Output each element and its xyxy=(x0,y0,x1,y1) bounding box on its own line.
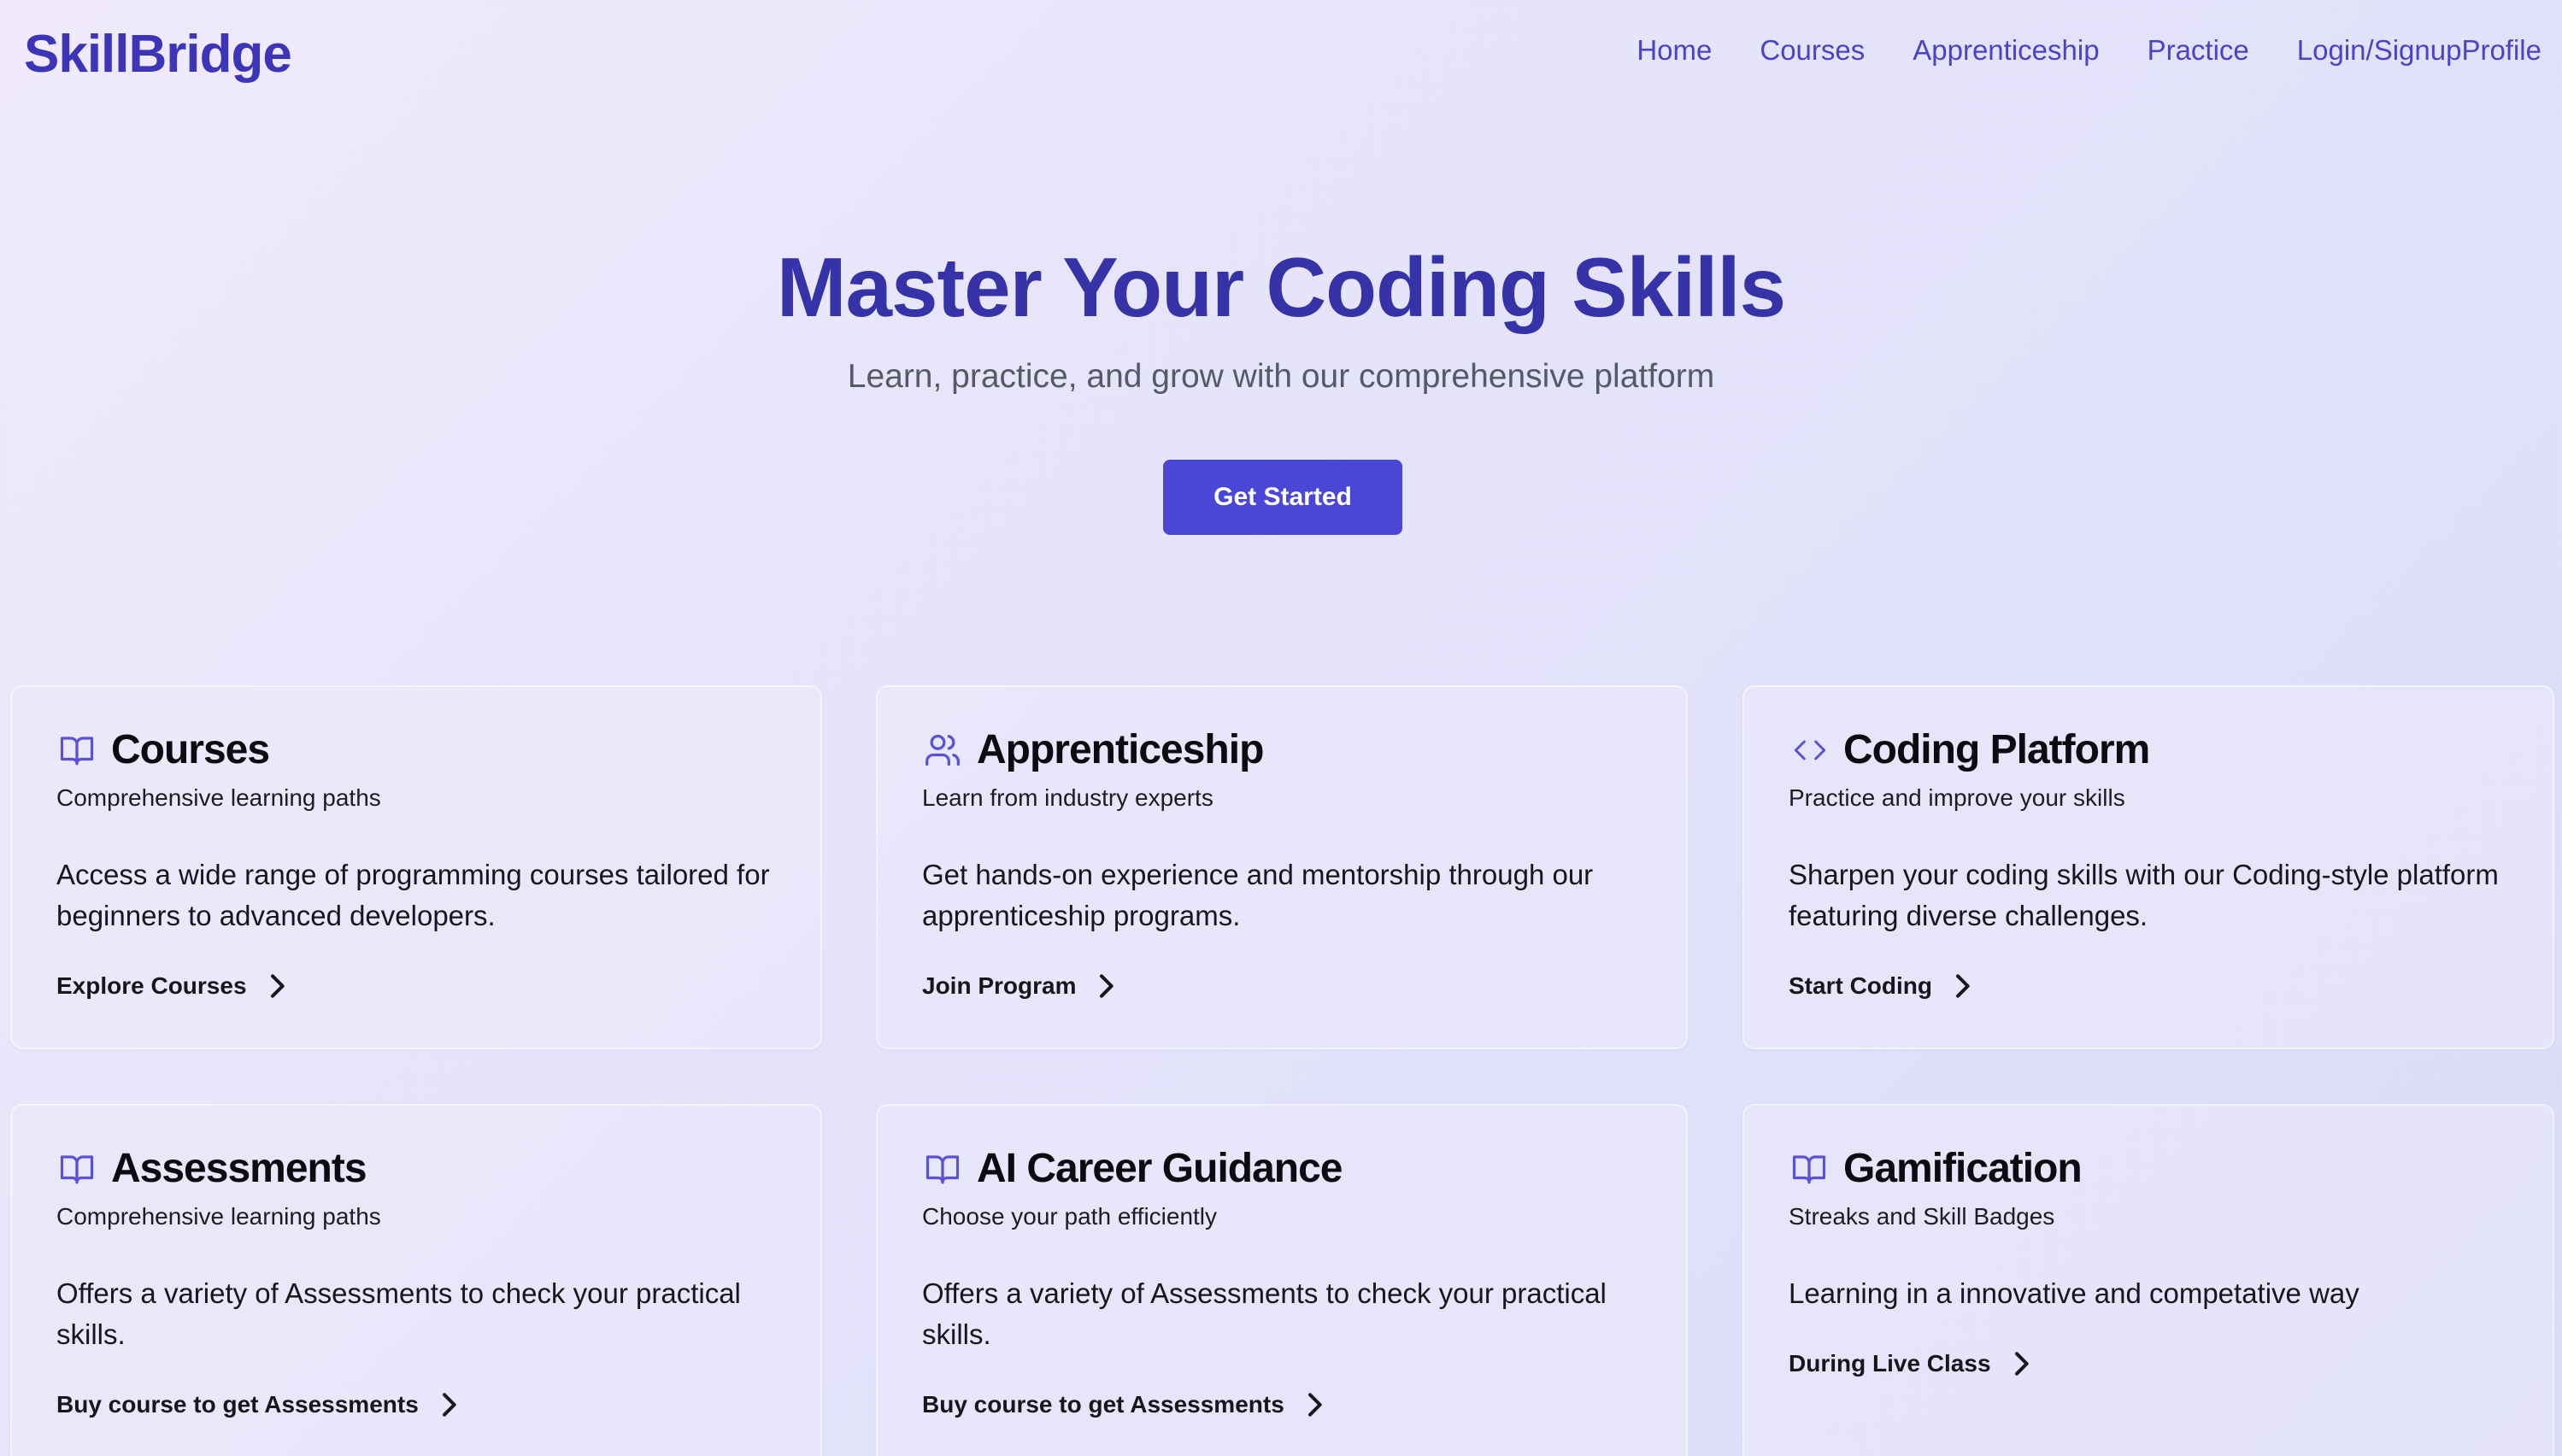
book-open-icon xyxy=(922,1148,965,1190)
card-description: Offers a variety of Assessments to check… xyxy=(922,1277,1607,1350)
feature-card-gamification: Gamification Streaks and Skill Badges Le… xyxy=(1742,1104,2554,1456)
card-subtitle: Comprehensive learning paths xyxy=(56,784,381,811)
card-description: Sharpen your coding skills with our Codi… xyxy=(1789,859,2499,931)
hero-title: Master Your Coding Skills xyxy=(776,240,1786,334)
card-description: Learning in a innovative and competative… xyxy=(1789,1277,2359,1309)
card-subtitle: Comprehensive learning paths xyxy=(56,1203,381,1230)
chevron-right-icon xyxy=(439,1392,458,1418)
nav-login-signup[interactable]: Login/Signup xyxy=(2297,34,2462,67)
nav-apprenticeship[interactable]: Apprenticeship xyxy=(1913,34,2099,67)
users-icon xyxy=(922,729,965,772)
card-subtitle: Choose your path efficiently xyxy=(922,1203,1218,1230)
card-link-label: Buy course to get Assessments xyxy=(56,1391,419,1418)
card-link-label: Join Program xyxy=(922,972,1077,999)
card-link-label: Start Coding xyxy=(1789,972,1932,999)
code-icon xyxy=(1789,729,1831,772)
book-open-icon xyxy=(1789,1148,1831,1190)
card-link-label: During Live Class xyxy=(1789,1350,1991,1377)
book-open-icon xyxy=(56,1148,99,1190)
card-title: Gamification xyxy=(1843,1146,2083,1191)
feature-card-apprenticeship: Apprenticeship Learn from industry exper… xyxy=(876,685,1688,1049)
feature-card-assessments: Assessments Comprehensive learning paths… xyxy=(10,1104,822,1456)
explore-courses-link[interactable]: Explore Courses xyxy=(56,972,286,1000)
nav-account: Login/Signup Profile xyxy=(2297,34,2541,67)
feature-card-courses: Courses Comprehensive learning paths Acc… xyxy=(10,685,822,1049)
card-description: Offers a variety of Assessments to check… xyxy=(56,1277,741,1350)
brand-logo[interactable]: SkillBridge xyxy=(24,24,292,85)
chevron-right-icon xyxy=(267,973,286,999)
hero-section: Master Your Coding Skills Learn, practic… xyxy=(0,239,2562,396)
card-title: Assessments xyxy=(111,1146,367,1191)
card-title: Apprenticeship xyxy=(977,727,1264,772)
feature-card-ai-career-guidance: AI Career Guidance Choose your path effi… xyxy=(876,1104,1688,1456)
card-subtitle: Learn from industry experts xyxy=(922,784,1213,811)
navbar: SkillBridge Home Courses Apprenticeship … xyxy=(0,0,2562,107)
hero-subtitle: Learn, practice, and grow with our compr… xyxy=(847,358,1715,395)
book-open-icon xyxy=(56,729,99,772)
card-subtitle: Streaks and Skill Badges xyxy=(1789,1203,2055,1230)
during-live-class-link[interactable]: During Live Class xyxy=(1789,1350,2030,1377)
nav-practice[interactable]: Practice xyxy=(2148,34,2249,67)
nav-links: Home Courses Apprenticeship Practice Log… xyxy=(1589,34,2541,67)
nav-home[interactable]: Home xyxy=(1637,34,1712,67)
card-description: Get hands-on experience and mentorship t… xyxy=(922,859,1594,931)
nav-profile[interactable]: Profile xyxy=(2461,34,2541,67)
card-link-label: Buy course to get Assessments xyxy=(922,1391,1284,1418)
buy-course-assessments-link[interactable]: Buy course to get Assessments xyxy=(56,1391,458,1418)
join-program-link[interactable]: Join Program xyxy=(922,972,1115,1000)
card-title: Courses xyxy=(111,727,270,772)
feature-card-coding-platform: Coding Platform Practice and improve you… xyxy=(1742,685,2554,1049)
card-subtitle: Practice and improve your skills xyxy=(1789,784,2125,811)
chevron-right-icon xyxy=(2012,1351,2030,1377)
chevron-right-icon xyxy=(1096,973,1115,999)
card-description: Access a wide range of programming cours… xyxy=(56,859,770,931)
card-title: Coding Platform xyxy=(1843,727,2150,772)
card-title: AI Career Guidance xyxy=(977,1146,1343,1191)
get-started-button[interactable]: Get Started xyxy=(1163,460,1402,535)
card-link-label: Explore Courses xyxy=(56,972,247,999)
start-coding-link[interactable]: Start Coding xyxy=(1789,972,1971,1000)
buy-course-assessments-link[interactable]: Buy course to get Assessments xyxy=(922,1391,1324,1418)
chevron-right-icon xyxy=(1305,1392,1324,1418)
nav-courses[interactable]: Courses xyxy=(1760,34,1865,67)
chevron-right-icon xyxy=(1953,973,1971,999)
